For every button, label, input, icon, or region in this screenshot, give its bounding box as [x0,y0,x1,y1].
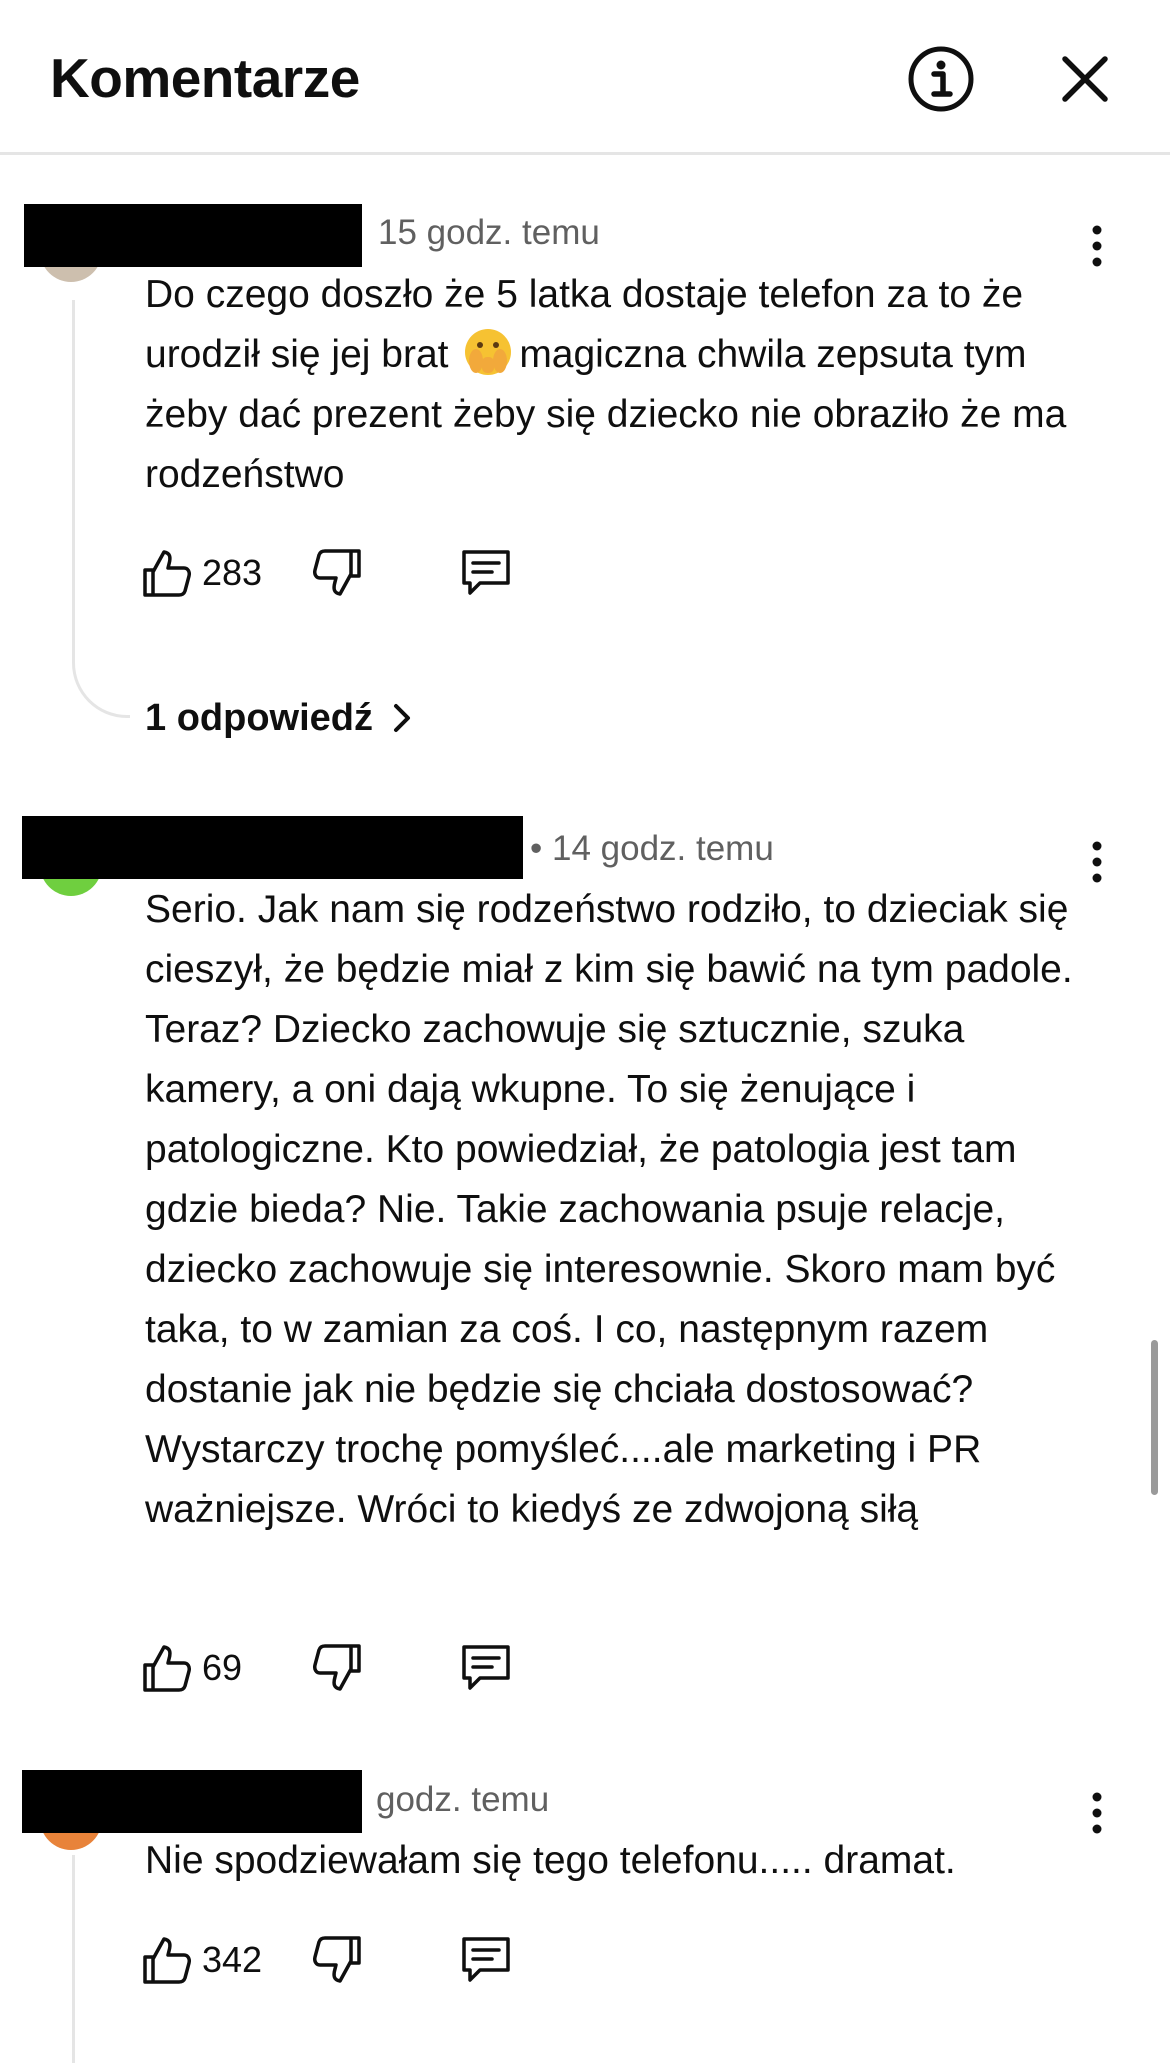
info-button[interactable] [896,34,986,124]
scrollbar-thumb[interactable] [1151,1340,1158,1495]
thumb-up-icon [143,1645,191,1692]
like-button[interactable]: 342 [140,1930,262,1990]
thumb-up-icon [143,550,191,597]
comment-text: Serio. Jak nam się rodzeństwo rodziło, t… [145,888,1073,1531]
redacted-username [22,1770,362,1833]
dislike-button[interactable] [312,543,364,603]
reply-thread-line [72,1855,130,2063]
info-icon [908,46,974,112]
comment-icon [462,1937,510,1982]
like-count: 283 [202,552,263,593]
more-vertical-icon [1092,225,1102,267]
close-icon [1062,56,1108,102]
redacted-username [22,816,523,879]
redacted-username [24,204,362,267]
thumb-down-icon [313,549,361,596]
face-hand-over-mouth-emoji [465,329,512,375]
show-replies-button[interactable]: 1 odpowiedź [145,690,417,746]
dislike-button[interactable] [312,1638,364,1698]
reply-button[interactable] [458,1930,514,1990]
comment-timestamp: 15 godz. temu [378,213,600,252]
reply-button[interactable] [458,543,514,603]
comments-header: Komentarze [0,0,1170,155]
like-count: 342 [202,1939,263,1980]
comment-icon [462,1645,510,1690]
close-button[interactable] [1040,34,1130,124]
comment-text: Nie spodziewałam się tego telefonu..... … [145,1839,956,1882]
panel-title: Komentarze [50,47,360,109]
more-vertical-icon [1092,1792,1102,1834]
reply-thread-line [72,300,130,718]
comment-actions: 283 [140,543,540,603]
like-button[interactable]: 69 [140,1638,242,1698]
comment-actions: 69 [140,1638,540,1698]
like-button[interactable]: 283 [140,543,262,603]
thumb-down-icon [313,1644,361,1691]
replies-label: 1 odpowiedź [145,696,373,739]
thumb-down-icon [313,1936,361,1983]
comment-icon [462,550,510,595]
comment-text: Do czego doszło że 5 latka dostaje telef… [145,265,1095,505]
chevron-right-icon [394,704,410,732]
comment-timestamp: • 14 godz. temu [530,829,774,868]
more-vertical-icon [1092,841,1102,883]
reply-button[interactable] [458,1638,514,1698]
comment-timestamp: godz. temu [376,1780,550,1819]
like-count: 69 [202,1647,243,1688]
dislike-button[interactable] [312,1930,364,1990]
comment-actions: 342 [140,1930,540,1990]
thumb-up-icon [143,1937,191,1984]
